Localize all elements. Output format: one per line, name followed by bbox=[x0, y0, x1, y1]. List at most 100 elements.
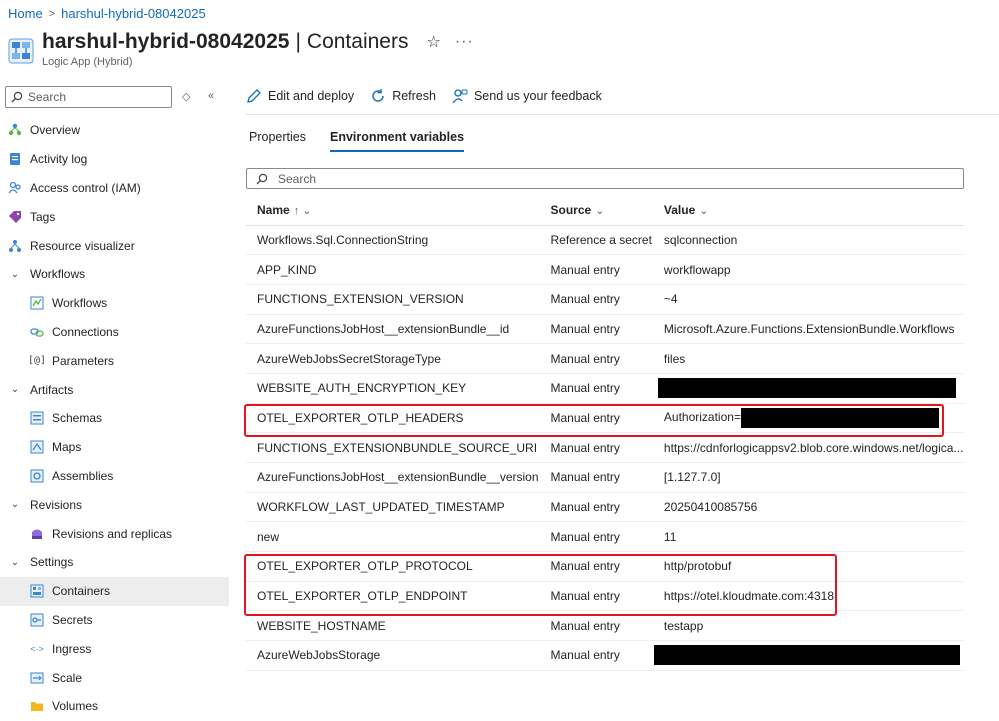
sidebar-item-scale[interactable]: Scale bbox=[0, 663, 229, 692]
column-header-value[interactable]: Value ⌄ bbox=[652, 195, 965, 226]
env-source: Manual entry bbox=[539, 432, 653, 463]
sidebar-item-label: Activity log bbox=[30, 152, 88, 167]
env-value: https://otel.kloudmate.com:4318 bbox=[652, 581, 965, 612]
expand-collapse-icon[interactable]: ◇ bbox=[182, 90, 190, 103]
sidebar-item-tags[interactable]: Tags bbox=[0, 202, 229, 231]
tab-environment-variables[interactable]: Environment variables bbox=[329, 130, 465, 152]
column-source-label: Source bbox=[550, 202, 592, 217]
folder-icon bbox=[30, 699, 44, 713]
env-var-search-input[interactable]: Search bbox=[246, 168, 964, 189]
table-row[interactable]: AzureFunctionsJobHost__extensionBundle__… bbox=[246, 314, 965, 345]
table-row[interactable]: OTEL_EXPORTER_OTLP_PROTOCOL Manual entry h… bbox=[246, 551, 965, 582]
sidebar-item-activity-log[interactable]: Activity log bbox=[0, 145, 229, 174]
sidebar-item-maps[interactable]: Maps bbox=[0, 433, 229, 462]
chevron-down-icon: ⌄ bbox=[10, 499, 20, 511]
star-icon[interactable]: ☆ bbox=[426, 32, 440, 52]
sidebar: Search ◇ « Overview Activity log Access … bbox=[0, 84, 229, 714]
table-row[interactable]: OTEL_EXPORTER_OTLP_HEADERS Manual entry Au… bbox=[246, 403, 965, 434]
env-source: Manual entry bbox=[539, 640, 653, 671]
env-source: Manual entry bbox=[539, 373, 653, 404]
parameters-icon: [@] bbox=[27, 355, 47, 367]
send-feedback-button[interactable]: Send us your feedback bbox=[452, 88, 602, 104]
tab-properties[interactable]: Properties bbox=[249, 130, 306, 152]
feedback-icon bbox=[452, 89, 468, 104]
env-value: workflowapp bbox=[652, 254, 965, 285]
table-row[interactable]: new Manual entry 11 bbox=[246, 521, 965, 553]
sidebar-item-resource-visualizer[interactable]: Resource visualizer bbox=[0, 231, 229, 260]
env-value: testapp bbox=[652, 610, 965, 642]
env-value-prefix: Authorization= bbox=[663, 410, 741, 425]
sidebar-item-label: Connections bbox=[52, 324, 119, 339]
sidebar-group-label: Revisions bbox=[30, 497, 83, 512]
sidebar-item-schemas[interactable]: Schemas bbox=[0, 404, 229, 433]
sidebar-item-label: Secrets bbox=[52, 612, 93, 627]
sidebar-item-assemblies[interactable]: Assemblies bbox=[0, 462, 229, 491]
column-value-label: Value bbox=[663, 202, 696, 217]
env-value: Authorization= bbox=[652, 403, 965, 434]
resource-type: Logic App (Hybrid) bbox=[42, 56, 133, 68]
page-name: Containers bbox=[306, 30, 409, 53]
people-icon bbox=[8, 181, 22, 195]
sidebar-item-label: Ingress bbox=[52, 641, 92, 656]
sidebar-item-volumes[interactable]: Volumes bbox=[0, 692, 229, 721]
table-row[interactable]: AzureFunctionsJobHost__extensionBundle__… bbox=[246, 462, 965, 493]
sidebar-item-access-control[interactable]: Access control (IAM) bbox=[0, 174, 229, 203]
env-value: files bbox=[652, 343, 965, 374]
table-row[interactable]: OTEL_EXPORTER_OTLP_ENDPOINT Manual entry h… bbox=[246, 581, 965, 612]
sidebar-item-label: Revisions and replicas bbox=[52, 526, 173, 541]
sidebar-item-ingress[interactable]: <·> Ingress bbox=[0, 634, 229, 663]
env-source: Manual entry bbox=[539, 551, 653, 582]
env-name: WEBSITE_HOSTNAME bbox=[246, 610, 540, 642]
column-header-source[interactable]: Source ⌄ bbox=[539, 195, 653, 226]
sidebar-item-workflows[interactable]: Workflows bbox=[0, 289, 229, 318]
breadcrumb-resource-link[interactable]: harshul-hybrid-08042025 bbox=[61, 6, 206, 21]
collapse-sidebar-icon[interactable]: « bbox=[208, 90, 214, 102]
sidebar-nav: Overview Activity log Access control (IA… bbox=[0, 116, 229, 721]
env-value: ~4 bbox=[652, 284, 965, 315]
sidebar-search-input[interactable]: Search bbox=[5, 86, 172, 108]
sidebar-item-overview[interactable]: Overview bbox=[0, 116, 229, 145]
sidebar-group-settings[interactable]: ⌄ Settings bbox=[0, 548, 229, 577]
sidebar-item-label: Parameters bbox=[52, 353, 115, 368]
env-value: http/protobuf bbox=[652, 551, 965, 582]
table-row[interactable]: APP_KIND Manual entry workflowapp bbox=[246, 254, 965, 285]
page-header: harshul-hybrid-08042025 | Containers ☆ ·… bbox=[8, 30, 474, 68]
env-source: Manual entry bbox=[539, 610, 653, 642]
sidebar-item-revisions-and-replicas[interactable]: Revisions and replicas bbox=[0, 519, 229, 548]
table-row[interactable]: FUNCTIONS_EXTENSIONBUNDLE_SOURCE_URI Manu… bbox=[246, 432, 965, 463]
search-icon bbox=[256, 173, 268, 184]
env-value-redacted bbox=[652, 373, 965, 404]
sidebar-item-label: Assemblies bbox=[52, 468, 114, 483]
table-row[interactable]: AzureWebJobsStorage Manual entry bbox=[246, 640, 965, 671]
env-source: Manual entry bbox=[539, 581, 653, 612]
more-options-icon[interactable]: ··· bbox=[455, 33, 474, 51]
overview-icon bbox=[8, 123, 22, 137]
column-header-name[interactable]: Name ↑ ⌄ bbox=[246, 195, 540, 226]
env-source: Reference a secret bbox=[539, 225, 653, 256]
env-value-redacted bbox=[652, 640, 965, 671]
table-row[interactable]: FUNCTIONS_EXTENSION_VERSION Manual entry ~… bbox=[246, 284, 965, 315]
sidebar-group-workflows[interactable]: ⌄ Workflows bbox=[0, 260, 229, 289]
sidebar-item-label: Overview bbox=[30, 123, 81, 138]
refresh-button[interactable]: Refresh bbox=[370, 88, 436, 104]
env-name: OTEL_EXPORTER_OTLP_HEADERS bbox=[246, 403, 540, 434]
sidebar-item-parameters[interactable]: [@] Parameters bbox=[0, 346, 229, 375]
logic-app-icon bbox=[8, 38, 34, 64]
sidebar-item-connections[interactable]: Connections bbox=[0, 318, 229, 347]
env-source: Manual entry bbox=[539, 521, 653, 553]
maps-icon bbox=[30, 440, 44, 454]
table-row[interactable]: WEBSITE_AUTH_ENCRYPTION_KEY Manual entry bbox=[246, 373, 965, 404]
edit-and-deploy-button[interactable]: Edit and deploy bbox=[246, 88, 354, 104]
sidebar-item-containers[interactable]: Containers bbox=[0, 576, 229, 606]
table-row[interactable]: WEBSITE_HOSTNAME Manual entry testapp bbox=[246, 610, 965, 642]
table-row[interactable]: Workflows.Sql.ConnectionString Reference … bbox=[246, 225, 965, 256]
breadcrumb-home-link[interactable]: Home bbox=[8, 6, 43, 21]
sidebar-item-secrets[interactable]: Secrets bbox=[0, 606, 229, 635]
table-row[interactable]: WORKFLOW_LAST_UPDATED_TIMESTAMP Manual en… bbox=[246, 492, 965, 523]
sidebar-group-artifacts[interactable]: ⌄ Artifacts bbox=[0, 375, 229, 404]
pencil-icon bbox=[247, 89, 261, 103]
title-separator: | bbox=[295, 30, 301, 53]
table-row[interactable]: AzureWebJobsSecretStorageType Manual entr… bbox=[246, 343, 965, 374]
env-name: AzureWebJobsStorage bbox=[246, 640, 540, 671]
sidebar-group-revisions[interactable]: ⌄ Revisions bbox=[0, 490, 229, 519]
